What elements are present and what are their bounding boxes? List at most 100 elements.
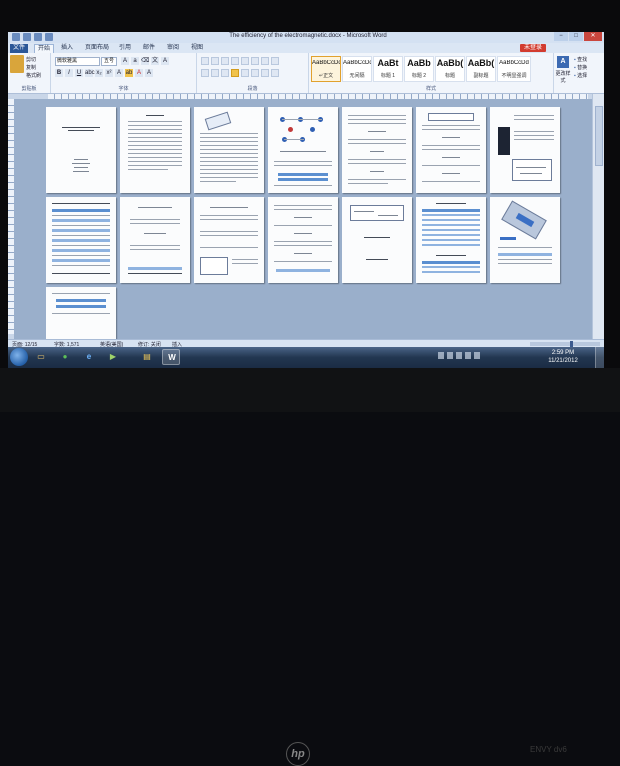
page-7[interactable] [490, 107, 560, 193]
page-1[interactable] [46, 107, 116, 193]
font-group-label: 字体 [118, 86, 129, 92]
login-button[interactable]: 未登录 [519, 44, 546, 52]
sort-icon[interactable] [261, 57, 269, 65]
bold-icon[interactable]: B [55, 69, 63, 77]
tray-volume-icon[interactable] [465, 352, 471, 359]
underline-icon[interactable]: U [75, 69, 83, 77]
tray-keyboard-icon[interactable] [438, 352, 444, 359]
scroll-thumb[interactable] [595, 106, 603, 166]
font-size-select[interactable]: 五号 [101, 57, 117, 66]
copy-button[interactable]: 复制 [26, 64, 36, 71]
tray-network-icon[interactable] [456, 352, 462, 359]
change-styles-button[interactable]: A 更改样式 [554, 56, 572, 84]
line-spacing-icon[interactable] [251, 69, 259, 77]
show-desktop-button[interactable] [595, 347, 604, 368]
page-3[interactable] [194, 107, 264, 193]
style-sample: AaBbCcDd [312, 60, 340, 66]
taskbar-chrome[interactable]: ● [56, 349, 74, 365]
vertical-scrollbar[interactable] [592, 94, 604, 339]
decrease-indent-icon[interactable] [231, 57, 239, 65]
page-6[interactable] [416, 107, 486, 193]
char-shading-icon[interactable]: A [145, 69, 153, 77]
replace-button[interactable]: 替换 [574, 64, 587, 72]
page-12[interactable] [342, 197, 412, 283]
strikethrough-icon[interactable]: abc [85, 69, 95, 77]
char-border-icon[interactable]: A [161, 57, 169, 65]
clear-format-icon[interactable]: ⌫ [141, 57, 149, 65]
tab-mailings[interactable]: 邮件 [140, 44, 158, 53]
style-heading-1[interactable]: AaBt 标题 1 [373, 56, 403, 82]
find-button[interactable]: 查找 [574, 56, 587, 64]
subscript-icon[interactable]: x₂ [95, 69, 103, 77]
font-family-select[interactable]: 微软雅黑 [55, 57, 100, 66]
distributed-icon[interactable] [241, 69, 249, 77]
multilevel-list-icon[interactable] [221, 57, 229, 65]
tab-view[interactable]: 视图 [188, 44, 206, 53]
style-subtle-emphasis[interactable]: AaBbCcDd 不明显强调 [497, 56, 531, 82]
tray-battery-icon[interactable] [474, 352, 480, 359]
phonetic-icon[interactable]: 文 [151, 57, 159, 65]
page-2[interactable] [120, 107, 190, 193]
style-no-spacing[interactable]: AaBbCcDd 无间隔 [342, 56, 372, 82]
shrink-font-icon[interactable]: a [131, 57, 139, 65]
start-button[interactable] [10, 348, 28, 366]
align-center-icon[interactable] [211, 69, 219, 77]
align-right-icon[interactable] [221, 69, 229, 77]
select-button[interactable]: 选择 [574, 72, 587, 80]
shading-icon[interactable] [261, 69, 269, 77]
save-icon[interactable] [23, 33, 31, 41]
zoom-slider[interactable] [530, 341, 600, 347]
tab-insert[interactable]: 插入 [58, 44, 76, 53]
taskbar-explorer[interactable]: ▭ [32, 349, 50, 365]
font-size-controls: A a ⌫ 文 A [121, 57, 169, 65]
format-painter-button[interactable]: 格式刷 [26, 72, 41, 79]
text-effects-icon[interactable]: A [115, 69, 123, 77]
justify-icon[interactable] [231, 69, 239, 77]
style-heading-2[interactable]: AaBb 标题 2 [404, 56, 434, 82]
undo-icon[interactable] [34, 33, 42, 41]
taskbar-word[interactable]: W [162, 349, 180, 365]
clock[interactable]: 2:59 PM 11/21/2012 [538, 349, 588, 365]
page-4[interactable] [268, 107, 338, 193]
borders-icon[interactable] [271, 69, 279, 77]
page-13[interactable] [416, 197, 486, 283]
increase-indent-icon[interactable] [241, 57, 249, 65]
page-11[interactable] [268, 197, 338, 283]
redo-icon[interactable] [45, 33, 53, 41]
bullets-icon[interactable] [201, 57, 209, 65]
font-color-icon[interactable]: A [135, 69, 143, 77]
tab-review[interactable]: 审阅 [164, 44, 182, 53]
tab-page-layout[interactable]: 页面布局 [82, 44, 112, 53]
numbering-icon[interactable] [211, 57, 219, 65]
style-subtitle[interactable]: AaBb( 副标题 [466, 56, 496, 82]
paste-button[interactable] [10, 55, 24, 73]
maximize-button[interactable]: □ [569, 32, 583, 41]
style-title[interactable]: AaBb( 标题 [435, 56, 465, 82]
page-14[interactable] [490, 197, 560, 283]
cut-button[interactable]: 剪切 [26, 56, 36, 63]
page-10[interactable] [194, 197, 264, 283]
page-9[interactable] [120, 197, 190, 283]
clipboard-group-label: 剪贴板 [21, 86, 37, 92]
show-marks-icon[interactable] [271, 57, 279, 65]
align-left-icon[interactable] [201, 69, 209, 77]
highlight-icon[interactable]: ab [125, 69, 133, 77]
italic-icon[interactable]: I [65, 69, 73, 77]
taskbar-ie[interactable]: e [80, 349, 98, 365]
page-5[interactable] [342, 107, 412, 193]
taskbar-folder[interactable]: ▤ [138, 349, 156, 365]
taskbar-media[interactable]: ▶ [104, 349, 122, 365]
close-button[interactable]: ✕ [584, 32, 602, 41]
tray-flag-icon[interactable] [447, 352, 453, 359]
minimize-button[interactable]: − [554, 32, 568, 41]
page-8[interactable] [46, 197, 116, 283]
page-15[interactable] [46, 287, 116, 339]
style-normal[interactable]: AaBbCcDd ↵正文 [311, 56, 341, 82]
grow-font-icon[interactable]: A [121, 57, 129, 65]
superscript-icon[interactable]: x² [105, 69, 113, 77]
document-area[interactable] [14, 99, 592, 339]
tab-references[interactable]: 引用 [116, 44, 134, 53]
tab-file[interactable]: 文件 [10, 44, 29, 53]
windows-explorer-icon: ▭ [37, 352, 45, 361]
chinese-layout-icon[interactable] [251, 57, 259, 65]
